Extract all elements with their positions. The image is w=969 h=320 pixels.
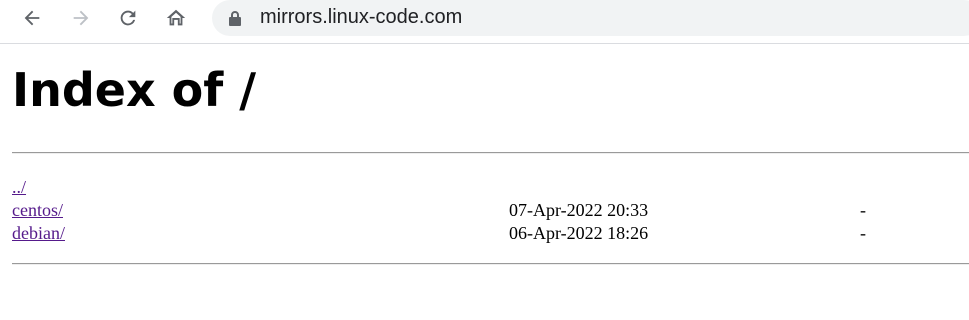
page-content: Index of / ../ centos/ 07-Apr-2022 20:33… [0,44,969,320]
home-icon [166,9,186,26]
file-size: - [860,200,866,220]
back-button[interactable] [16,2,48,34]
arrow-right-icon [73,10,89,26]
lock-icon[interactable] [228,10,242,26]
reload-icon [120,10,136,26]
directory-link-debian[interactable]: debian/ [12,222,65,245]
arrow-left-icon [24,10,40,26]
modified-date: 07-Apr-2022 20:33 [509,200,649,220]
parent-directory-link[interactable]: ../ [12,176,26,199]
bottom-divider [12,263,969,265]
browser-toolbar: mirrors.linux-code.com [0,0,969,36]
home-button[interactable] [160,2,192,34]
modified-date: 06-Apr-2022 18:26 [509,223,649,243]
page-title: Index of / [12,63,257,117]
url-text[interactable]: mirrors.linux-code.com [260,0,462,36]
forward-button[interactable] [65,2,97,34]
reload-button[interactable] [112,2,144,34]
directory-link-centos[interactable]: centos/ [12,199,63,222]
file-size: - [860,223,866,243]
top-divider [12,152,969,154]
address-bar[interactable]: mirrors.linux-code.com [212,0,969,36]
